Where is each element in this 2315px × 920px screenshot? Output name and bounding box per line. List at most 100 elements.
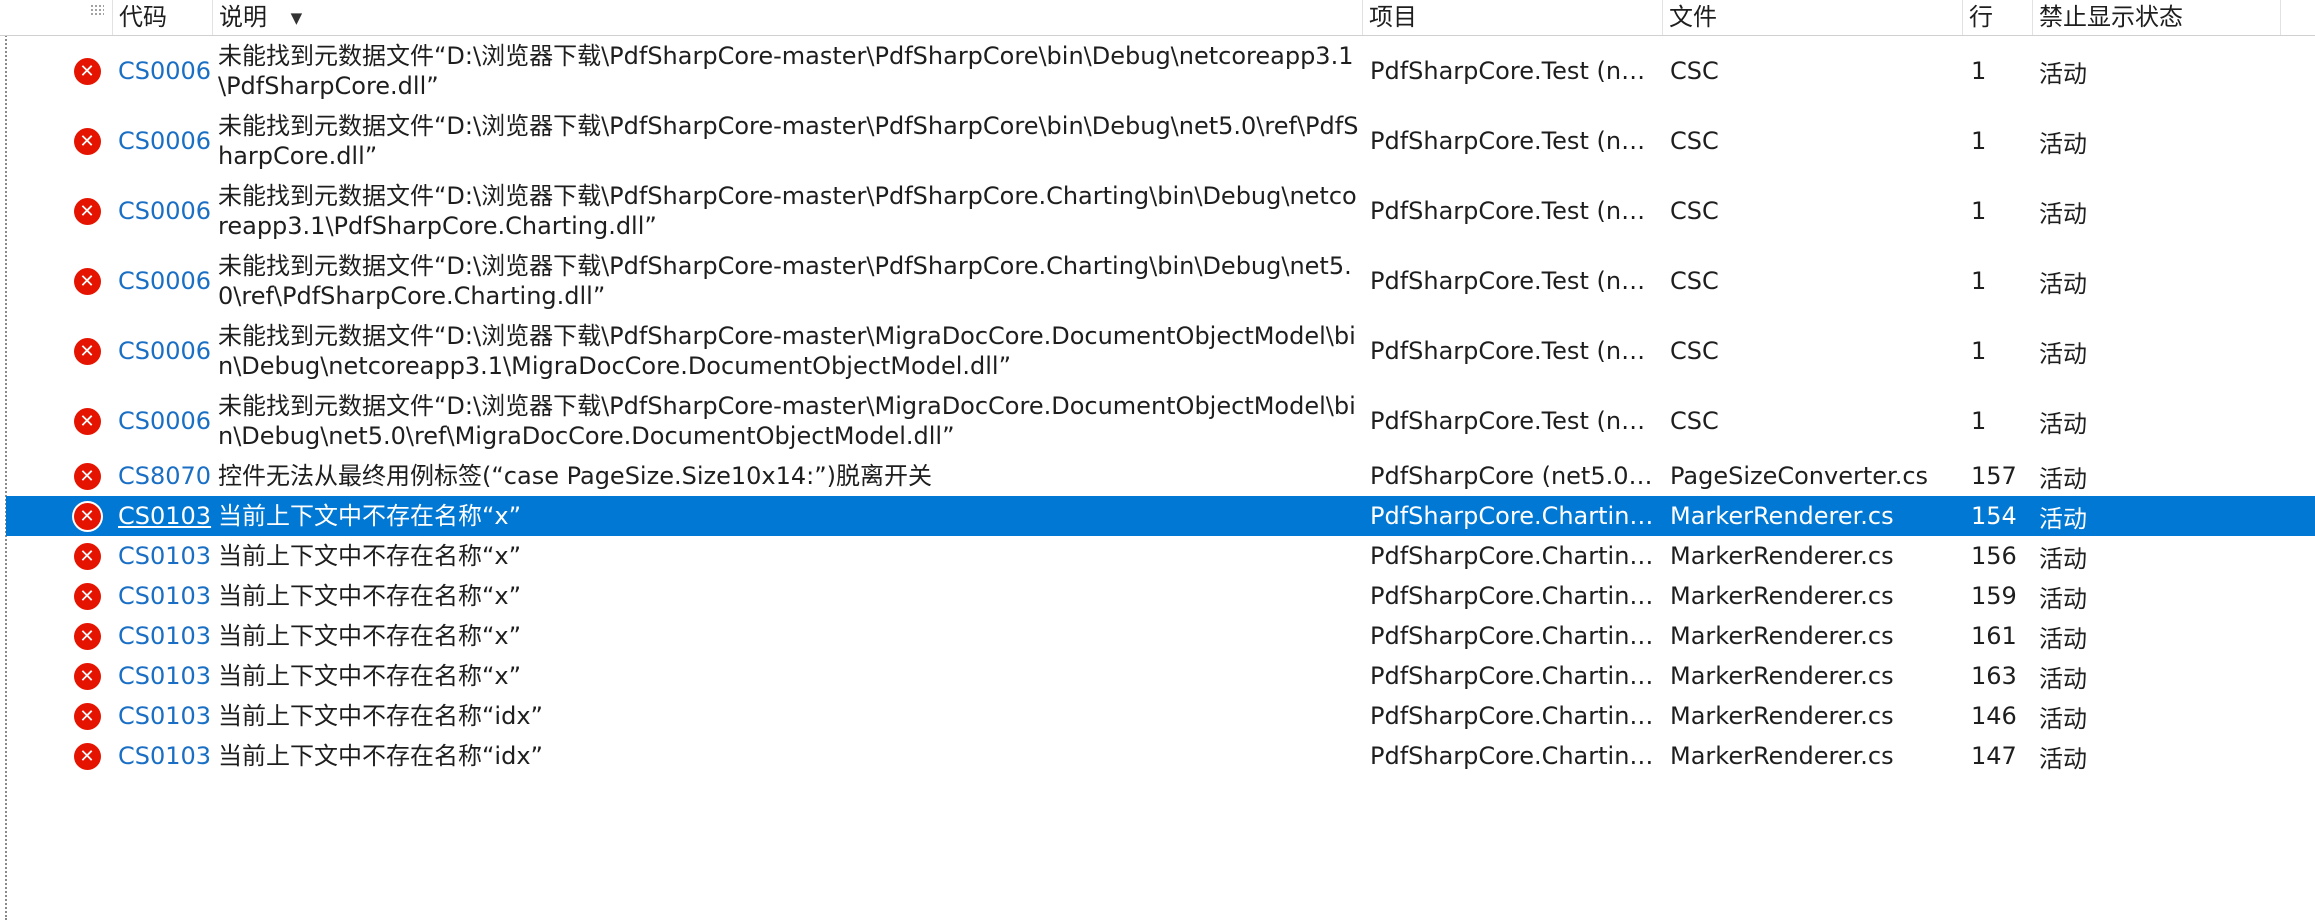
error-code-link[interactable]: CS0006 xyxy=(118,127,211,155)
description-text: 控件无法从最终用例标签(“case PageSize.Size10x14:”)脱… xyxy=(218,462,933,490)
table-row[interactable]: ✕ CS0006 未能找到元数据文件“D:\浏览器下载\PdfSharpCore-m… xyxy=(0,176,2315,246)
file-cell: MarkerRenderer.cs xyxy=(1670,736,1960,776)
file-cell: MarkerRenderer.cs xyxy=(1670,616,1960,656)
line-cell: 1 xyxy=(1971,316,2031,386)
column-chooser-grip-icon[interactable] xyxy=(90,4,104,16)
error-code-link[interactable]: CS0103 xyxy=(118,502,211,530)
description-text: 当前上下文中不存在名称“x” xyxy=(218,542,522,570)
error-icon: ✕ xyxy=(73,542,101,570)
project-cell: PdfSharpCore.Charting... xyxy=(1370,576,1658,616)
project-cell: PdfSharpCore.Test (net... xyxy=(1370,316,1658,386)
table-row[interactable]: ✕ CS0103 当前上下文中不存在名称“x” PdfSharpCore.Charti… xyxy=(0,576,2315,616)
column-divider[interactable] xyxy=(2280,0,2281,35)
column-header-suppression-state-label: 禁止显示状态 xyxy=(2039,3,2183,31)
file-cell: CSC xyxy=(1670,176,1960,246)
column-header-file[interactable]: 文件 xyxy=(1662,0,1962,35)
project-cell: PdfSharpCore.Charting... xyxy=(1370,536,1658,576)
description-cell: 未能找到元数据文件“D:\浏览器下载\PdfSharpCore-master\M… xyxy=(218,386,1360,456)
line-cell: 157 xyxy=(1971,456,2031,496)
error-code-link[interactable]: CS0103 xyxy=(118,622,211,650)
column-header-project[interactable]: 项目 xyxy=(1362,0,1662,35)
file-text: CSC xyxy=(1670,197,1719,225)
table-row[interactable]: ✕ CS8070 控件无法从最终用例标签(“case PageSize.Size10… xyxy=(0,456,2315,496)
column-header-code[interactable]: 代码 xyxy=(112,0,212,35)
description-cell: 未能找到元数据文件“D:\浏览器下载\PdfSharpCore-master\P… xyxy=(218,176,1360,246)
severity-cell: ✕ xyxy=(70,616,104,656)
suppression-state-cell: 活动 xyxy=(2039,696,2239,736)
line-number: 156 xyxy=(1971,542,2017,570)
description-cell: 当前上下文中不存在名称“idx” xyxy=(218,736,1360,776)
severity-cell: ✕ xyxy=(70,456,104,496)
description-text: 未能找到元数据文件“D:\浏览器下载\PdfSharpCore-master\P… xyxy=(218,112,1359,170)
error-code-link[interactable]: CS0006 xyxy=(118,267,211,295)
file-cell: CSC xyxy=(1670,106,1960,176)
suppression-state-text: 活动 xyxy=(2039,129,2087,158)
project-text: PdfSharpCore.Charting... xyxy=(1370,582,1658,610)
line-cell: 1 xyxy=(1971,246,2031,316)
table-row[interactable]: ✕ CS0006 未能找到元数据文件“D:\浏览器下载\PdfSharpCore-m… xyxy=(0,246,2315,316)
description-text: 未能找到元数据文件“D:\浏览器下载\PdfSharpCore-master\M… xyxy=(218,392,1356,450)
column-header-description[interactable]: 说明 ▼ xyxy=(212,0,1362,35)
project-cell: PdfSharpCore.Charting... xyxy=(1370,736,1658,776)
project-text: PdfSharpCore.Test (net... xyxy=(1370,267,1658,295)
description-cell: 未能找到元数据文件“D:\浏览器下载\PdfSharpCore-master\P… xyxy=(218,246,1360,316)
error-code-link[interactable]: CS0006 xyxy=(118,57,211,85)
line-cell: 161 xyxy=(1971,616,2031,656)
error-code-link[interactable]: CS0103 xyxy=(118,582,211,610)
error-icon: ✕ xyxy=(73,197,101,225)
suppression-state-text: 活动 xyxy=(2039,199,2087,228)
error-code-link[interactable]: CS0006 xyxy=(118,407,211,435)
file-text: CSC xyxy=(1670,57,1719,85)
file-text: MarkerRenderer.cs xyxy=(1670,622,1894,650)
error-code-link[interactable]: CS0006 xyxy=(118,337,211,365)
table-row[interactable]: ✕ CS0103 当前上下文中不存在名称“x” PdfSharpCore.Charti… xyxy=(0,656,2315,696)
suppression-state-text: 活动 xyxy=(2039,664,2087,693)
description-text: 当前上下文中不存在名称“x” xyxy=(218,622,522,650)
table-row[interactable]: ✕ CS0006 未能找到元数据文件“D:\浏览器下载\PdfSharpCore-m… xyxy=(0,386,2315,456)
code-cell: CS8070 xyxy=(118,456,214,496)
error-code-link[interactable]: CS0103 xyxy=(118,662,211,690)
severity-cell: ✕ xyxy=(70,106,104,176)
suppression-state-text: 活动 xyxy=(2039,624,2087,653)
description-cell: 未能找到元数据文件“D:\浏览器下载\PdfSharpCore-master\M… xyxy=(218,316,1360,386)
column-header-suppression-state[interactable]: 禁止显示状态 xyxy=(2032,0,2280,35)
line-number: 1 xyxy=(1971,197,1987,225)
error-icon: ✕ xyxy=(73,742,101,770)
line-number: 159 xyxy=(1971,582,2017,610)
file-text: CSC xyxy=(1670,267,1719,295)
description-text: 未能找到元数据文件“D:\浏览器下载\PdfSharpCore-master\M… xyxy=(218,322,1356,380)
suppression-state-cell: 活动 xyxy=(2039,316,2239,386)
line-number: 157 xyxy=(1971,462,2017,490)
column-header-description-label: 说明 xyxy=(219,3,267,31)
description-text: 未能找到元数据文件“D:\浏览器下载\PdfSharpCore-master\P… xyxy=(218,182,1357,240)
suppression-state-text: 活动 xyxy=(2039,464,2087,493)
line-cell: 1 xyxy=(1971,106,2031,176)
project-text: PdfSharpCore.Charting... xyxy=(1370,662,1658,690)
table-row[interactable]: ✕ CS0006 未能找到元数据文件“D:\浏览器下载\PdfSharpCore-m… xyxy=(0,36,2315,106)
table-row[interactable]: ✕ CS0103 当前上下文中不存在名称“idx” PdfSharpCore.Char… xyxy=(0,696,2315,736)
line-number: 1 xyxy=(1971,127,1987,155)
file-text: MarkerRenderer.cs xyxy=(1670,742,1894,770)
error-code-link[interactable]: CS8070 xyxy=(118,462,211,490)
description-cell: 当前上下文中不存在名称“x” xyxy=(218,576,1360,616)
table-row[interactable]: ✕ CS0103 当前上下文中不存在名称“x” PdfSharpCore.Charti… xyxy=(0,616,2315,656)
table-row[interactable]: ✕ CS0006 未能找到元数据文件“D:\浏览器下载\PdfSharpCore-m… xyxy=(0,316,2315,386)
file-cell: MarkerRenderer.cs xyxy=(1670,536,1960,576)
error-code-link[interactable]: CS0103 xyxy=(118,742,211,770)
error-code-link[interactable]: CS0006 xyxy=(118,197,211,225)
error-code-link[interactable]: CS0103 xyxy=(118,542,211,570)
column-header-line[interactable]: 行 xyxy=(1962,0,2032,35)
error-code-link[interactable]: CS0103 xyxy=(118,702,211,730)
severity-cell: ✕ xyxy=(70,736,104,776)
project-cell: PdfSharpCore.Test (net... xyxy=(1370,176,1658,246)
file-text: MarkerRenderer.cs xyxy=(1670,502,1894,530)
code-cell: CS0103 xyxy=(118,656,214,696)
severity-cell: ✕ xyxy=(70,576,104,616)
table-row[interactable]: ✕ CS0006 未能找到元数据文件“D:\浏览器下载\PdfSharpCore-m… xyxy=(0,106,2315,176)
suppression-state-text: 活动 xyxy=(2039,584,2087,613)
project-cell: PdfSharpCore.Charting... xyxy=(1370,496,1658,536)
table-row[interactable]: ✕ CS0103 当前上下文中不存在名称“x” PdfSharpCore.Charti… xyxy=(0,496,2315,536)
table-row[interactable]: ✕ CS0103 当前上下文中不存在名称“idx” PdfSharpCore.Char… xyxy=(0,736,2315,776)
table-row[interactable]: ✕ CS0103 当前上下文中不存在名称“x” PdfSharpCore.Charti… xyxy=(0,536,2315,576)
line-number: 163 xyxy=(1971,662,2017,690)
